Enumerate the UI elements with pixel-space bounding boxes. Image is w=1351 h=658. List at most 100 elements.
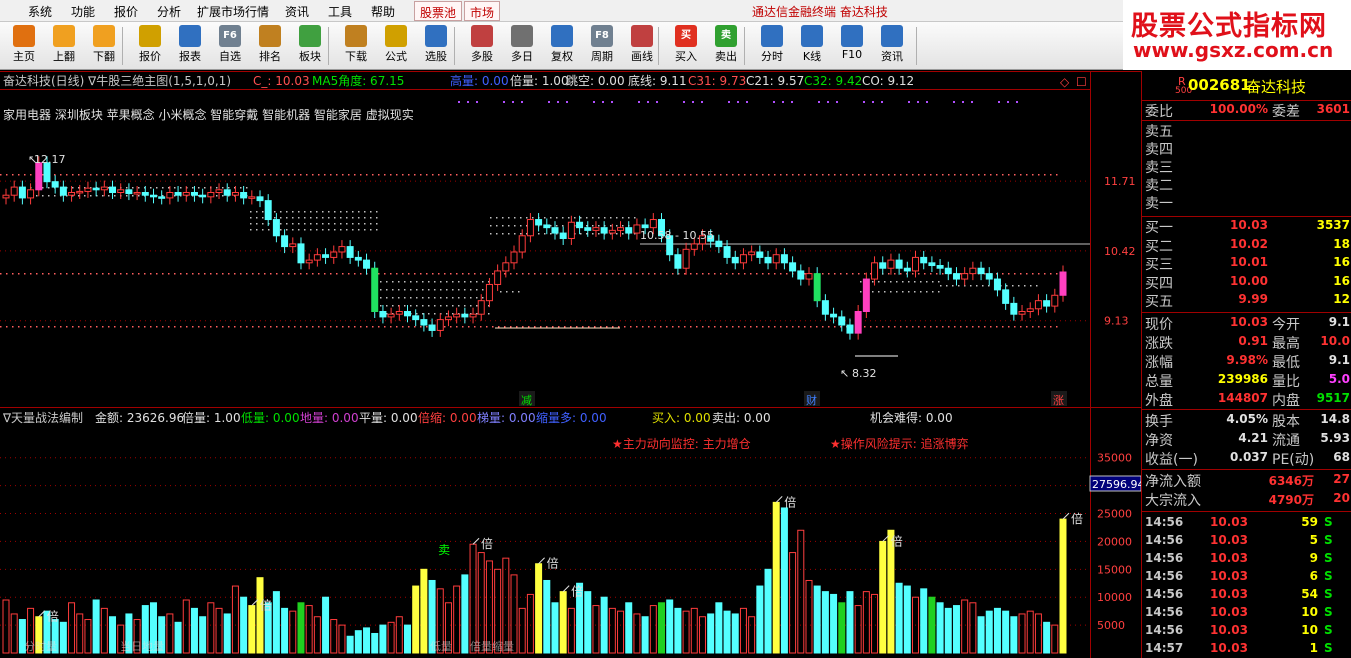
dot-mark	[684, 326, 686, 328]
menu-news[interactable]: 资讯	[285, 3, 309, 20]
dot-mark	[476, 281, 478, 283]
dot-mark	[1002, 326, 1004, 328]
toolbar-f8-button[interactable]: F8 周期	[582, 24, 622, 68]
quote-value: 0.91	[1238, 334, 1268, 348]
volume-bar	[641, 616, 649, 654]
event-marker[interactable]: 财	[806, 393, 817, 407]
dot-mark	[480, 273, 482, 275]
menu-extended-market[interactable]: 扩展市场行情	[197, 3, 269, 20]
menu-help[interactable]: 帮助	[371, 3, 395, 20]
menu-analysis[interactable]: 分析	[157, 3, 181, 20]
toolbar-sector-button[interactable]: 板块	[290, 24, 330, 68]
toolbar-f6-button[interactable]: F6 自选	[210, 24, 250, 68]
bid-level-row[interactable]: 买一 10.03 3537	[1142, 217, 1351, 236]
menu-quote[interactable]: 报价	[114, 3, 138, 20]
toolbar-report-button[interactable]: 报表	[170, 24, 210, 68]
toolbar-buy-button[interactable]: 买买入	[666, 24, 706, 68]
kline-chart-svg[interactable]: 奋达科技(日线) ∇牛股三绝主图(1,5,1,0,1) C_: 10.03 MA5…	[0, 71, 1141, 658]
volume-bar	[658, 602, 666, 654]
dot-mark	[708, 174, 710, 176]
dot-mark	[522, 273, 524, 275]
bid-level-row[interactable]: 买二 10.02 18	[1142, 236, 1351, 255]
dot-mark	[286, 217, 288, 219]
dot-mark	[634, 217, 636, 219]
dot-mark	[496, 225, 498, 227]
toolbar-sell-button[interactable]: 卖卖出	[706, 24, 746, 68]
dot-mark	[482, 289, 484, 291]
ask-level-row[interactable]: 卖一	[1142, 193, 1351, 212]
volume-bar	[862, 591, 870, 654]
event-marker[interactable]: 减	[521, 394, 532, 407]
volume-indicator: 机会难得: 0.00	[870, 410, 953, 425]
candle-body	[363, 259, 371, 269]
chart-area[interactable]: 奋达科技(日线) ∇牛股三绝主图(1,5,1,0,1) C_: 10.03 MA5…	[0, 71, 1141, 658]
dot-mark	[262, 229, 264, 231]
menu-tools[interactable]: 工具	[328, 3, 352, 20]
dot-mark	[534, 326, 536, 328]
diamond-icon[interactable]: ◇	[1060, 75, 1070, 89]
toolbar-separator	[122, 27, 123, 65]
toolbar-news-button[interactable]: 资讯	[872, 24, 912, 68]
volume-bar	[322, 596, 330, 654]
candle-body	[403, 311, 411, 317]
dot-mark	[540, 273, 542, 275]
dot-mark	[222, 326, 224, 328]
dot-mark	[914, 281, 916, 283]
toolbar-draw-line-button[interactable]: 画线	[622, 24, 662, 68]
toolbar-rank-button[interactable]: 排名	[250, 24, 290, 68]
dot-mark	[930, 273, 932, 275]
dot-mark	[252, 326, 254, 328]
dot-mark	[12, 273, 14, 275]
volume-bar	[109, 616, 117, 654]
signal-dot	[521, 101, 523, 103]
app-title: 通达信金融终端 奋达科技	[752, 5, 888, 19]
dot-mark	[702, 326, 704, 328]
volume-bar	[100, 607, 108, 654]
fundamental-row: 净资 4.21 流通 5.93	[1142, 430, 1351, 449]
ask-level-row[interactable]: 卖五	[1142, 121, 1351, 140]
toolbar-home-button[interactable]: 主页	[4, 24, 44, 68]
toolbar-quote-button[interactable]: 报价	[130, 24, 170, 68]
toolbar-f10-button[interactable]: F10	[832, 24, 872, 68]
fundamental-row: 收益(一) 0.037 PE(动) 68	[1142, 449, 1351, 468]
toolbar-arrow-up-button[interactable]: 上翻	[44, 24, 84, 68]
menu-system[interactable]: 系统	[28, 3, 52, 20]
dot-mark	[126, 174, 128, 176]
dot-mark	[156, 273, 158, 275]
toolbar-kline-button[interactable]: K线	[792, 24, 832, 68]
bid-level-row[interactable]: 买三 10.01 16	[1142, 254, 1351, 273]
dot-mark	[246, 174, 248, 176]
toolbar-multi-stock-button[interactable]: 多股	[462, 24, 502, 68]
ask-level-row[interactable]: 卖二	[1142, 175, 1351, 194]
toolbar-clock-button[interactable]: 多日	[502, 24, 542, 68]
dot-mark	[546, 273, 548, 275]
toolbar-label: 公式	[385, 50, 407, 63]
candle-body	[567, 221, 575, 239]
dot-mark	[192, 273, 194, 275]
window-icon[interactable]: ☐	[1076, 75, 1087, 89]
dot-mark	[520, 233, 522, 235]
dot-mark	[434, 289, 436, 291]
ask-level-row[interactable]: 卖四	[1142, 139, 1351, 158]
toolbar-formula-button[interactable]: 公式	[376, 24, 416, 68]
bid-level-row[interactable]: 买四 10.00 16	[1142, 273, 1351, 292]
tick-time: 14:56	[1145, 515, 1184, 529]
dot-mark	[312, 273, 314, 275]
dot-mark	[276, 174, 278, 176]
dot-mark	[936, 326, 938, 328]
toolbar-adjust-button[interactable]: 复权	[542, 24, 582, 68]
ask-level-row[interactable]: 卖三	[1142, 157, 1351, 176]
dot-mark	[298, 229, 300, 231]
toolbar-download-button[interactable]: 下载	[336, 24, 376, 68]
tab-stock-pool[interactable]: 股票池	[414, 1, 463, 21]
toolbar-stock-pick-button[interactable]: 选股	[416, 24, 456, 68]
event-marker[interactable]: 涨	[1053, 394, 1064, 407]
tab-market[interactable]: 市场	[464, 1, 501, 21]
candle-body	[854, 311, 862, 334]
bid-level-row[interactable]: 买五 9.99 12	[1142, 291, 1351, 310]
volume-bar	[961, 599, 969, 654]
toolbar-intraday-button[interactable]: 分时	[752, 24, 792, 68]
menu-function[interactable]: 功能	[71, 3, 95, 20]
toolbar-arrow-down-button[interactable]: 下翻	[84, 24, 124, 68]
dot-mark	[914, 291, 916, 293]
